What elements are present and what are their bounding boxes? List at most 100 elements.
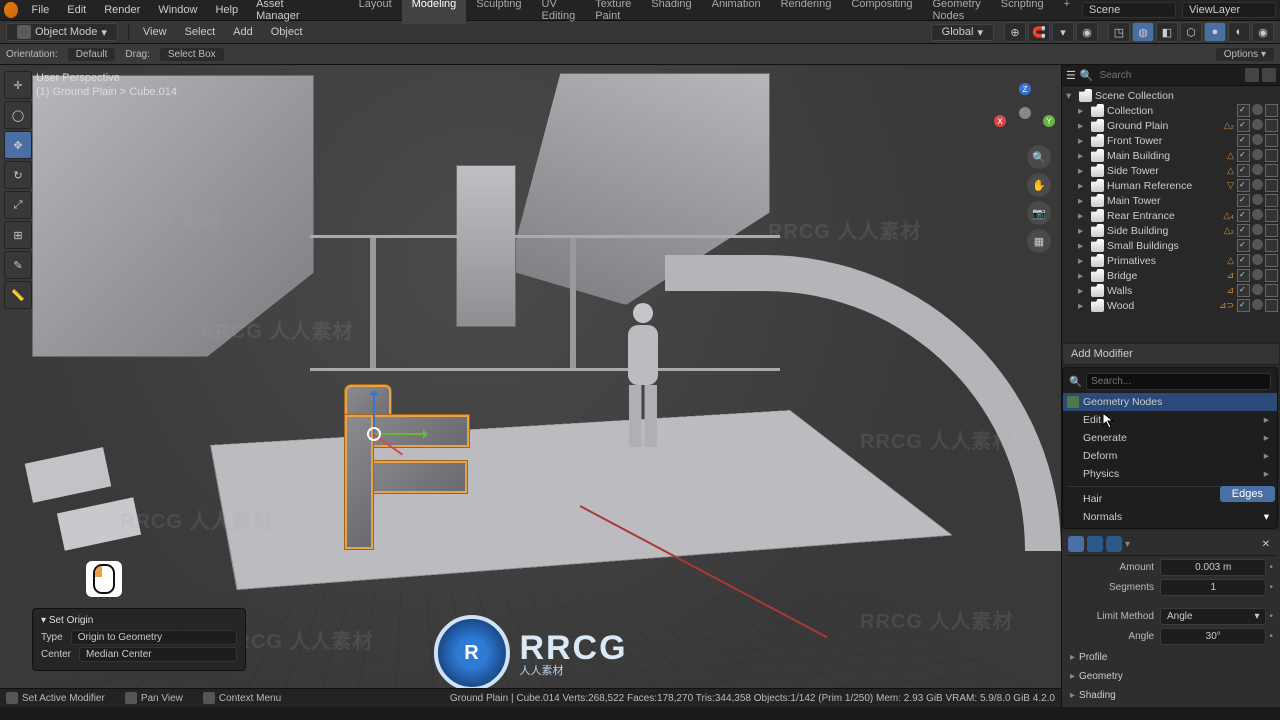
disable-checkbox[interactable] xyxy=(1265,104,1278,117)
limit-method-select[interactable]: Angle▾ xyxy=(1160,608,1266,625)
add-modifier-button[interactable]: Add Modifier xyxy=(1062,343,1280,365)
disable-checkbox[interactable] xyxy=(1265,149,1278,162)
tool-annotate[interactable]: ✎ xyxy=(4,251,32,279)
zoom-icon[interactable]: 🔍 xyxy=(1027,145,1051,169)
viewlayer-selector[interactable]: ViewLayer xyxy=(1182,2,1276,18)
menu-asset-manager[interactable]: Asset Manager xyxy=(248,0,327,24)
tab-shading[interactable]: Shading xyxy=(641,0,701,24)
outliner-scene-collection[interactable]: ▾ Scene Collection xyxy=(1062,88,1280,103)
modifier-remove-button[interactable]: ✕ xyxy=(1258,539,1274,550)
outliner-item[interactable]: ▸Side Building△₂ xyxy=(1062,223,1280,238)
exclude-checkbox[interactable] xyxy=(1237,119,1250,132)
disable-checkbox[interactable] xyxy=(1265,119,1278,132)
snap-mode-icon[interactable]: ▾ xyxy=(1052,22,1074,42)
disable-checkbox[interactable] xyxy=(1265,239,1278,252)
visibility-eye-icon[interactable] xyxy=(1252,209,1263,220)
tool-transform[interactable]: ⊞ xyxy=(4,221,32,249)
disable-checkbox[interactable] xyxy=(1265,179,1278,192)
outliner-item[interactable]: ▸Side Tower△ xyxy=(1062,163,1280,178)
tab-add[interactable]: + xyxy=(1054,0,1080,24)
visibility-eye-icon[interactable] xyxy=(1252,284,1263,295)
modifier-edit[interactable]: Edit▸ xyxy=(1063,411,1277,429)
outliner-item[interactable]: ▸Small Buildings xyxy=(1062,238,1280,253)
tab-compositing[interactable]: Compositing xyxy=(841,0,922,24)
visibility-eye-icon[interactable] xyxy=(1252,104,1263,115)
op-type-value[interactable]: Origin to Geometry xyxy=(71,630,237,645)
menu-help[interactable]: Help xyxy=(207,2,246,18)
filter-icon[interactable]: ☰ xyxy=(1066,69,1076,82)
disable-checkbox[interactable] xyxy=(1265,269,1278,282)
visibility-eye-icon[interactable] xyxy=(1252,254,1263,265)
outliner-item[interactable]: ▸Walls⊿ xyxy=(1062,283,1280,298)
menu-object[interactable]: Object xyxy=(267,24,307,40)
exclude-checkbox[interactable] xyxy=(1237,239,1250,252)
menu-file[interactable]: File xyxy=(24,2,58,18)
outliner-item[interactable]: ▸Main Building△ xyxy=(1062,148,1280,163)
modifier-deform[interactable]: Deform▸ xyxy=(1063,447,1277,465)
visibility-eye-icon[interactable] xyxy=(1252,149,1263,160)
disable-checkbox[interactable] xyxy=(1265,284,1278,297)
modifier-generate[interactable]: Generate▸ xyxy=(1063,429,1277,447)
modifier-geometry-nodes[interactable]: Geometry Nodes xyxy=(1063,393,1277,411)
visibility-eye-icon[interactable] xyxy=(1252,134,1263,145)
camera-icon[interactable]: 📷 xyxy=(1027,201,1051,225)
exclude-checkbox[interactable] xyxy=(1237,194,1250,207)
pan-hand-icon[interactable]: ✋ xyxy=(1027,173,1051,197)
rendered-shading-icon[interactable]: ◉ xyxy=(1252,22,1274,42)
visibility-eye-icon[interactable] xyxy=(1252,179,1263,190)
viewport-3d[interactable]: RRCG 人人素材 RRCG 人人素材 RRCG 人人素材 RRCG 人人素材 … xyxy=(0,65,1061,707)
wireframe-shading-icon[interactable]: ⬡ xyxy=(1180,22,1202,42)
bevel-edges-mode[interactable]: Edges xyxy=(1220,486,1275,502)
menu-edit[interactable]: Edit xyxy=(59,2,94,18)
tool-measure[interactable]: 📏 xyxy=(4,281,32,309)
disable-checkbox[interactable] xyxy=(1265,299,1278,312)
section-geometry[interactable]: Geometry xyxy=(1066,667,1276,686)
axis-x-icon[interactable]: X xyxy=(994,115,1006,127)
axis-y-icon[interactable]: Y xyxy=(1043,115,1055,127)
section-profile[interactable]: Profile xyxy=(1066,648,1276,667)
visibility-eye-icon[interactable] xyxy=(1252,164,1263,175)
pivot-icon[interactable]: ⊕ xyxy=(1004,22,1026,42)
op-center-value[interactable]: Median Center xyxy=(79,647,237,662)
tab-sculpting[interactable]: Sculpting xyxy=(466,0,531,24)
visibility-eye-icon[interactable] xyxy=(1252,299,1263,310)
angle-field[interactable]: 30° xyxy=(1160,628,1266,645)
visibility-eye-icon[interactable] xyxy=(1252,119,1263,130)
amount-field[interactable]: 0.003 m xyxy=(1160,559,1266,576)
visibility-eye-icon[interactable] xyxy=(1252,239,1263,250)
exclude-checkbox[interactable] xyxy=(1237,179,1250,192)
tab-rendering[interactable]: Rendering xyxy=(771,0,842,24)
navigation-gizmo[interactable]: X Y Z xyxy=(999,87,1051,139)
segments-field[interactable]: 1 xyxy=(1160,579,1266,596)
overlay-toggle-icon[interactable]: ◍ xyxy=(1132,22,1154,42)
modifier-search-input[interactable] xyxy=(1086,373,1271,390)
outliner-item[interactable]: ▸Bridge⊿ xyxy=(1062,268,1280,283)
menu-render[interactable]: Render xyxy=(96,2,148,18)
menu-add[interactable]: Add xyxy=(229,24,257,40)
scene-selector[interactable]: Scene xyxy=(1082,2,1176,18)
xray-icon[interactable]: ◧ xyxy=(1156,22,1178,42)
outliner-item[interactable]: ▸Human Reference▽ xyxy=(1062,178,1280,193)
modifier-physics[interactable]: Physics▸ xyxy=(1063,465,1277,483)
disable-checkbox[interactable] xyxy=(1265,194,1278,207)
menu-select[interactable]: Select xyxy=(181,24,220,40)
outliner-item[interactable]: ▸Front Tower xyxy=(1062,133,1280,148)
ortho-toggle-icon[interactable]: ▦ xyxy=(1027,229,1051,253)
filter-toggle-icon[interactable] xyxy=(1245,68,1259,82)
disable-checkbox[interactable] xyxy=(1265,134,1278,147)
orientation-dropdown[interactable]: Default xyxy=(68,48,116,61)
exclude-checkbox[interactable] xyxy=(1237,224,1250,237)
exclude-checkbox[interactable] xyxy=(1237,299,1250,312)
tool-cursor[interactable]: ✛ xyxy=(4,71,32,99)
outliner-search-input[interactable] xyxy=(1098,69,1182,82)
tab-layout[interactable]: Layout xyxy=(349,0,402,24)
disable-checkbox[interactable] xyxy=(1265,254,1278,267)
menu-view[interactable]: View xyxy=(139,24,171,40)
tool-rotate[interactable]: ↻ xyxy=(4,161,32,189)
snap-toggle-icon[interactable]: 🧲 xyxy=(1028,22,1050,42)
solid-shading-icon[interactable]: ● xyxy=(1204,22,1226,42)
operator-redo-panel[interactable]: ▾ Set Origin TypeOrigin to Geometry Cent… xyxy=(32,608,246,671)
outliner-item[interactable]: ▸Rear Entrance△₄ xyxy=(1062,208,1280,223)
drag-dropdown[interactable]: Select Box xyxy=(160,48,224,61)
new-collection-icon[interactable] xyxy=(1262,68,1276,82)
